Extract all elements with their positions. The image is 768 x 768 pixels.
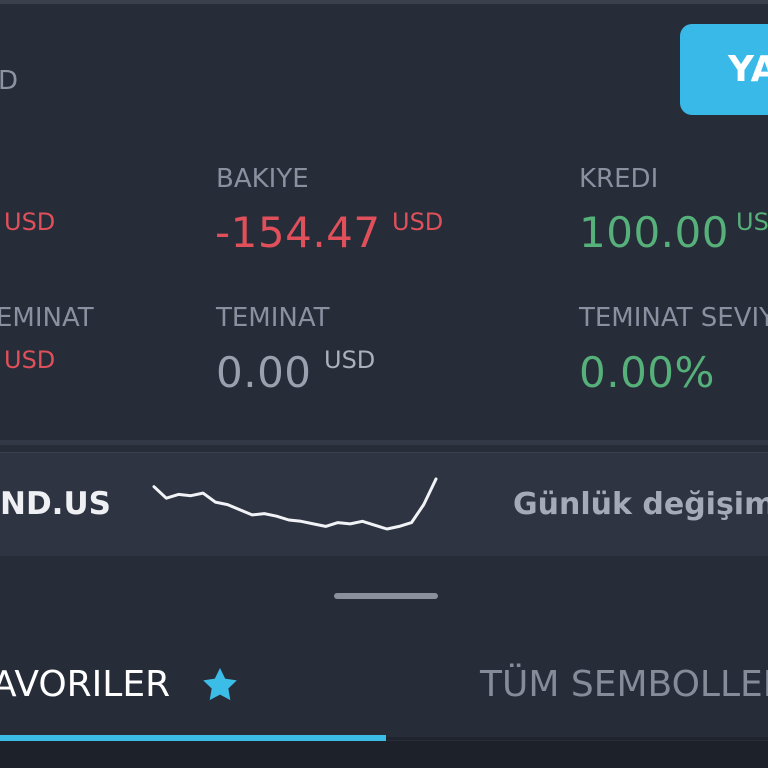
sparkline-path bbox=[152, 477, 438, 531]
free-margin-unit: USD bbox=[4, 346, 56, 374]
ticker-symbol[interactable]: ND.US bbox=[0, 486, 111, 522]
daily-change-label: Günlük değişim: bbox=[513, 487, 768, 522]
margin-level-value: 0.00% bbox=[579, 348, 715, 397]
tab-all-symbols[interactable]: TÜM SEMBOLLER bbox=[480, 664, 768, 705]
bottom-bar bbox=[0, 741, 768, 768]
top-border bbox=[0, 0, 768, 4]
margin-label: TEMINAT bbox=[216, 303, 330, 333]
section-divider bbox=[0, 440, 768, 445]
credit-unit: US bbox=[736, 208, 768, 236]
credit-value: 100.00 bbox=[579, 208, 729, 257]
star-icon bbox=[203, 668, 237, 701]
equity-unit: USD bbox=[4, 208, 56, 236]
free-margin-label: EMINAT bbox=[0, 303, 94, 333]
credit-label: KREDI bbox=[579, 164, 659, 194]
ticker-sparkline bbox=[152, 477, 438, 531]
tab-favorites[interactable]: AVORILER bbox=[0, 664, 170, 705]
margin-level-label: TEMINAT SEVIY bbox=[579, 303, 768, 333]
margin-unit: USD bbox=[324, 346, 376, 374]
margin-value: 0.00 bbox=[216, 348, 312, 397]
deposit-button[interactable]: YA bbox=[680, 24, 768, 115]
balance-label: BAKIYE bbox=[216, 164, 309, 194]
balance-value: -154.47 bbox=[215, 208, 381, 257]
tab-track bbox=[386, 737, 768, 740]
drag-handle[interactable] bbox=[334, 593, 438, 599]
account-currency: D bbox=[0, 66, 19, 96]
balance-unit: USD bbox=[392, 208, 444, 236]
